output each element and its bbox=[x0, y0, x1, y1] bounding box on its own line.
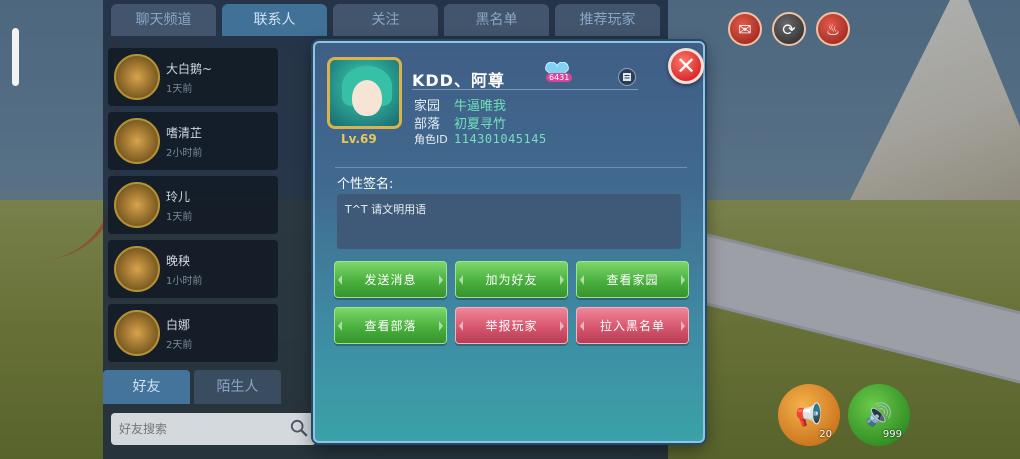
friend-status: 2天前 bbox=[166, 340, 193, 351]
name-underline bbox=[412, 89, 638, 90]
signature-text: T^T 请文明用语 bbox=[337, 194, 681, 249]
home-label: 家园 bbox=[414, 99, 441, 114]
home-value[interactable]: 牛逼唯我 bbox=[454, 99, 506, 114]
friend-avatar bbox=[114, 182, 160, 228]
popularity-count: 6431 bbox=[546, 73, 573, 82]
friend-list-item[interactable]: 大白鹅~ 1天前 bbox=[108, 48, 278, 106]
section-divider bbox=[335, 167, 687, 168]
send-message-button[interactable]: 发送消息 bbox=[334, 261, 447, 298]
tribe-label: 部落 bbox=[414, 117, 441, 132]
friend-avatar bbox=[114, 310, 160, 356]
side-drawer-handle[interactable] bbox=[12, 28, 19, 86]
tab-contacts[interactable]: 联系人 bbox=[222, 4, 327, 36]
add-friend-button[interactable]: 加为好友 bbox=[455, 261, 568, 298]
friend-category-tabs: 好友 陌生人 bbox=[103, 370, 281, 404]
hud-top-icons: ✉ ⟳ ♨ bbox=[728, 12, 850, 46]
friend-name: 嗜清芷 bbox=[166, 126, 203, 140]
friend-list-item[interactable]: 玲儿 1天前 bbox=[108, 176, 278, 234]
signature-label: 个性签名: bbox=[337, 177, 394, 192]
friend-name: 大白鹅~ bbox=[166, 62, 213, 76]
friend-avatar bbox=[114, 54, 160, 100]
speaker-button[interactable]: 🔊 999 bbox=[848, 384, 910, 446]
player-level: Lv.69 bbox=[341, 132, 377, 146]
friend-status: 1天前 bbox=[166, 212, 193, 223]
friend-list-item[interactable]: 白娜 2天前 bbox=[108, 304, 278, 362]
friend-avatar bbox=[114, 246, 160, 292]
friend-avatar bbox=[114, 118, 160, 164]
view-home-button[interactable]: 查看家园 bbox=[576, 261, 689, 298]
role-id-row: 角色ID 114301045145 bbox=[414, 131, 547, 147]
friend-name: 白娜 bbox=[166, 318, 191, 332]
friends-tabbar: 聊天频道 联系人 关注 黑名单 推荐玩家 bbox=[103, 0, 668, 38]
tab-strangers[interactable]: 陌生人 bbox=[194, 370, 281, 404]
friend-list: 大白鹅~ 1天前 嗜清芷 2小时前 玲儿 1天前 晚秧 1小时前 白娜 2天前 bbox=[108, 48, 278, 368]
block-player-button[interactable]: 拉入黑名单 bbox=[576, 307, 689, 344]
player-name: KDD、阿尊 bbox=[412, 71, 505, 90]
home-row: 家园 牛逼唯我 bbox=[414, 95, 506, 114]
refresh-icon[interactable]: ⟳ bbox=[772, 12, 806, 46]
megaphone-count: 20 bbox=[819, 429, 832, 440]
player-profile-dialog: ✕ Lv.69 KDD、阿尊 6431 家园 牛逼唯我 部落 初夏寻竹 角色ID 11… bbox=[313, 41, 705, 443]
mail-icon[interactable]: ✉ bbox=[728, 12, 762, 46]
close-button[interactable]: ✕ bbox=[668, 48, 704, 84]
tab-friends[interactable]: 好友 bbox=[103, 370, 190, 404]
close-icon: ✕ bbox=[675, 52, 697, 80]
friend-name: 玲儿 bbox=[166, 190, 191, 204]
avatar-face bbox=[352, 80, 382, 116]
view-tribe-button[interactable]: 查看部落 bbox=[334, 307, 447, 344]
role-id-label: 角色ID bbox=[414, 133, 448, 146]
tab-chat-channel[interactable]: 聊天频道 bbox=[111, 4, 216, 36]
speaker-icon: 🔊 bbox=[865, 402, 893, 428]
friend-search-input[interactable] bbox=[119, 422, 282, 436]
friend-list-item[interactable]: 嗜清芷 2小时前 bbox=[108, 112, 278, 170]
search-icon[interactable] bbox=[290, 419, 308, 437]
tribe-row: 部落 初夏寻竹 bbox=[414, 113, 506, 132]
tab-recommended[interactable]: 推荐玩家 bbox=[555, 4, 660, 36]
friend-list-item[interactable]: 晚秧 1小时前 bbox=[108, 240, 278, 298]
tab-following[interactable]: 关注 bbox=[333, 4, 438, 36]
friend-search-bar bbox=[111, 413, 316, 445]
tribe-value[interactable]: 初夏寻竹 bbox=[454, 117, 506, 132]
role-id-value: 114301045145 bbox=[454, 132, 547, 146]
fire-icon[interactable]: ♨ bbox=[816, 12, 850, 46]
tab-blacklist[interactable]: 黑名单 bbox=[444, 4, 549, 36]
note-icon[interactable] bbox=[618, 68, 636, 86]
action-button-grid: 发送消息 加为好友 查看家园 查看部落 举报玩家 拉入黑名单 bbox=[334, 261, 689, 344]
player-avatar bbox=[327, 57, 402, 129]
friend-name: 晚秧 bbox=[166, 254, 191, 268]
friend-status: 2小时前 bbox=[166, 148, 203, 159]
hud-bottom-right: 📢 20 🔊 999 bbox=[778, 384, 910, 446]
megaphone-button[interactable]: 📢 20 bbox=[778, 384, 840, 446]
megaphone-icon: 📢 bbox=[795, 402, 823, 428]
report-player-button[interactable]: 举报玩家 bbox=[455, 307, 568, 344]
popularity-badge: 6431 bbox=[542, 61, 573, 86]
speaker-count: 999 bbox=[882, 429, 902, 440]
friend-status: 1天前 bbox=[166, 84, 193, 95]
friend-status: 1小时前 bbox=[166, 276, 203, 287]
